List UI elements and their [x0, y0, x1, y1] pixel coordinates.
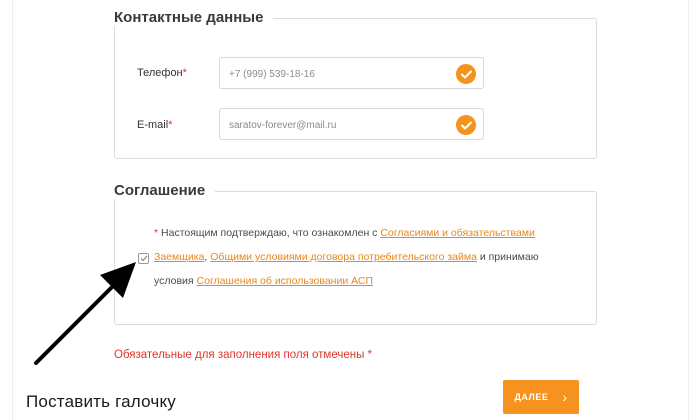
annotation-arrow-icon: [34, 262, 136, 365]
